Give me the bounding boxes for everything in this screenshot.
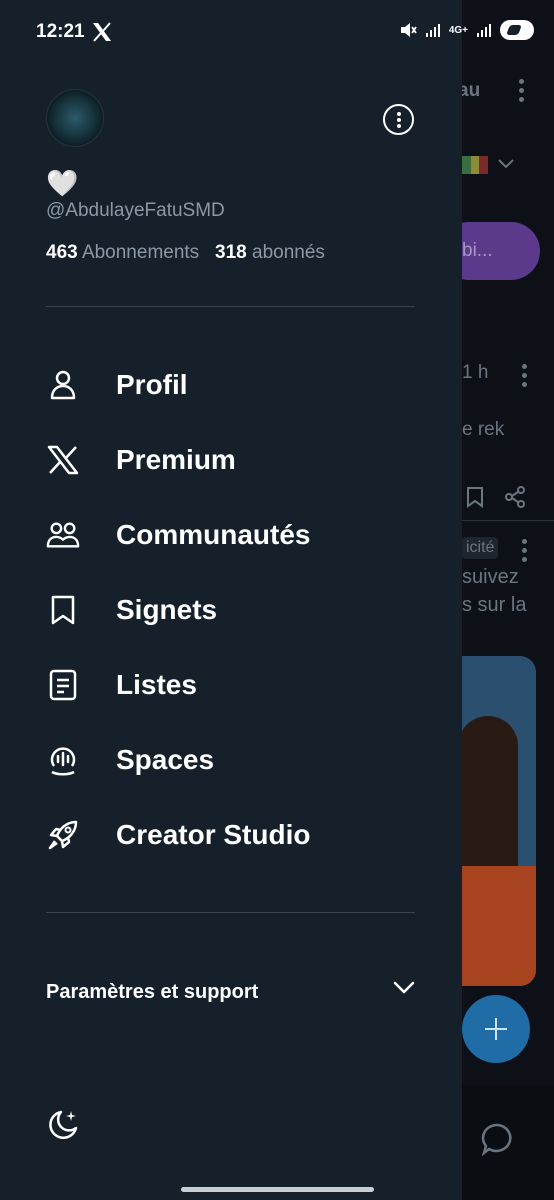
menu-item-bookmarks[interactable]: Signets [46,580,426,640]
tweet-text: e rek [462,419,505,440]
dark-mode-moon-icon[interactable] [46,1108,80,1142]
menu-item-label: Creator Studio [116,819,311,850]
avatar[interactable] [46,89,104,147]
followers-label: abonnés [252,242,325,263]
ad-more-icon[interactable] [522,539,528,566]
settings-label: Paramètres et support [46,980,259,1003]
menu-item-label: Premium [116,444,236,475]
account-options-button[interactable] [383,104,414,135]
bookmark-icon[interactable] [466,486,484,508]
tweet-more-icon[interactable] [522,364,528,391]
menu-item-spaces[interactable]: Spaces [46,730,426,790]
rocket-icon [46,818,80,852]
mute-icon [400,23,417,37]
signal-icon [425,24,440,37]
following-label: Abonnements [81,242,200,263]
menu-item-profile[interactable]: Profil [46,355,426,415]
x-logo-icon [46,443,80,477]
ad-label: icité [462,537,499,559]
menu-divider [46,912,415,913]
followers-count: 318 [215,242,247,263]
display-name[interactable]: 🤍 [46,168,78,198]
menu-item-label: Signets [116,594,218,625]
settings-and-support-toggle[interactable]: Paramètres et support [46,975,416,1009]
following-count: 463 [46,242,78,263]
tweet-time: 1 h [462,362,489,383]
following-link[interactable]: 463 Abonnements [46,242,199,263]
menu-item-label: Communautés [116,519,311,550]
menu-item-label: Spaces [116,744,215,775]
menu-item-premium[interactable]: Premium [46,430,426,490]
feed-divider [462,520,554,521]
bookmark-icon [46,593,80,627]
compose-button[interactable] [462,995,530,1063]
senegal-flag-icon [462,156,488,174]
signal-icon [477,24,491,37]
header-more-icon[interactable] [519,79,525,106]
status-time: 12:21 [36,21,85,42]
ad-text-line-2: s sur la [462,594,527,616]
user-handle: @AbdulayeFatuSMD [46,200,225,221]
person-icon [46,368,80,402]
share-icon[interactable] [504,486,526,508]
menu-item-label: Listes [116,669,197,700]
home-indicator[interactable] [181,1187,374,1192]
menu-item-creator-studio[interactable]: Creator Studio [46,805,426,865]
messages-icon[interactable] [481,1122,515,1156]
status-bar: 12:21 4G+ [0,0,554,62]
battery-icon [500,20,534,40]
navigation-drawer: 🤍 @AbdulayeFatuSMD 463 Abonnements 318 a… [0,0,462,1200]
follow-stats: 463 Abonnements 318 abonnés [46,242,325,264]
pill-fragment: bi... [462,240,493,261]
status-icons: 4G+ [399,20,534,40]
spaces-icon [46,743,80,777]
communities-icon [46,518,80,552]
followers-link[interactable]: 318 abonnés [215,242,325,263]
menu-item-communities[interactable]: Communautés [46,505,426,565]
chevron-down-icon [393,981,415,994]
menu-item-lists[interactable]: Listes [46,655,426,715]
menu-item-label: Profil [116,369,188,400]
list-icon [46,668,80,702]
network-type: 4G+ [448,24,468,36]
x-logo-icon [93,22,111,42]
chevron-down-icon[interactable] [497,158,515,170]
ad-text-line-1: suivez [462,566,519,588]
profile-divider [46,306,415,307]
